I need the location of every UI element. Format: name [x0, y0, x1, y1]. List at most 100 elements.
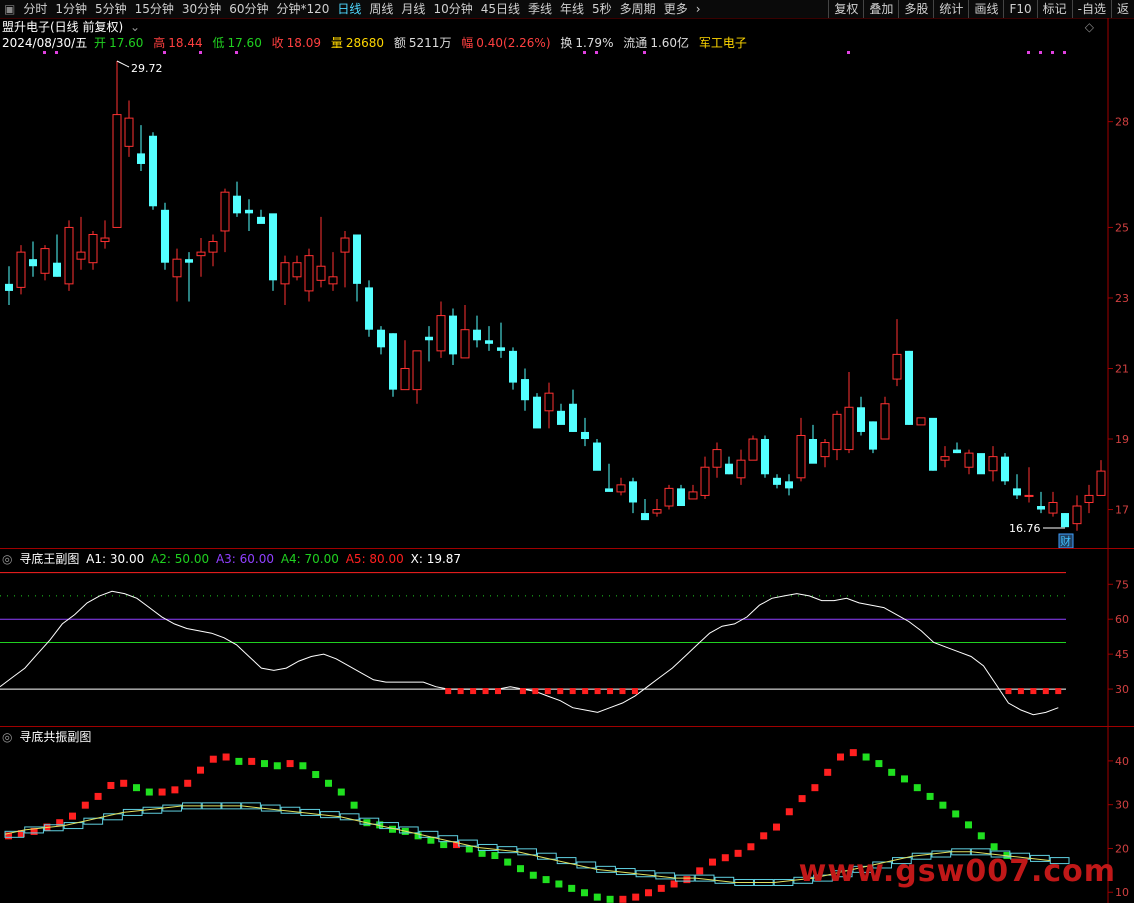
candle-body [1013, 488, 1021, 496]
signal-dot [1039, 51, 1042, 54]
tool-button[interactable]: 复权 [828, 0, 863, 18]
signal-dot [1051, 51, 1054, 54]
candle-body [88, 233, 98, 264]
tool-button[interactable]: -自选 [1071, 0, 1111, 18]
candle-body [725, 463, 733, 475]
indicator1-name[interactable]: 寻底王副图 [19, 552, 79, 566]
chevron-down-icon[interactable]: ⌄ [130, 20, 140, 34]
period-tab[interactable]: 30分钟 [178, 0, 225, 18]
bottom-signal [445, 688, 452, 695]
candle-body [629, 481, 637, 503]
period-tab[interactable]: 45日线 [477, 0, 524, 18]
period-tab[interactable]: 日线 [333, 0, 365, 18]
candle-body [700, 466, 710, 496]
signal-dot [1027, 51, 1030, 54]
momentum-block [709, 858, 716, 866]
y-tick-label: 20 [1115, 842, 1129, 855]
period-tab[interactable]: 季线 [524, 0, 556, 18]
diamond-icon[interactable]: ◇ [1085, 20, 1094, 34]
period-tab[interactable]: 分钟*120 [272, 0, 333, 18]
momentum-block [94, 792, 102, 800]
candle-body [964, 452, 974, 468]
bottom-signal [631, 688, 638, 695]
candle-body [940, 456, 950, 461]
period-tab[interactable]: 更多 [660, 0, 692, 18]
kline-chart[interactable]: 28 25 23 21 19 17 29.72 16.76 财 [0, 18, 1134, 548]
period-toolbar: ▣ 分时 1分钟 5分钟 15分钟 30分钟 60分钟 分钟*120 日线 周线 月线 10分钟 45… [0, 0, 1134, 19]
momentum-block [184, 779, 192, 787]
y-tick-label: 10 [1115, 886, 1129, 899]
period-tab[interactable]: 分时 [19, 0, 51, 18]
candle-body [149, 135, 157, 207]
candle-body [688, 491, 698, 500]
bottom-signal [519, 688, 526, 695]
momentum-block [593, 893, 601, 901]
momentum-block [760, 832, 768, 840]
x-line [0, 590, 1059, 716]
sector-tag[interactable]: 军工电子 [699, 36, 747, 50]
period-tab[interactable]: 周线 [365, 0, 397, 18]
momentum-block [568, 884, 576, 892]
period-tab[interactable]: 月线 [397, 0, 429, 18]
finance-badge: 财 [1060, 534, 1071, 548]
candle-body [53, 262, 61, 277]
period-tab[interactable]: 年线 [556, 0, 588, 18]
bottom-signal [1030, 688, 1037, 695]
indicator1-chart[interactable]: 75 60 45 30 [0, 549, 1134, 727]
indicator-toggle-icon[interactable]: ◎ [2, 730, 12, 744]
candle-body [124, 117, 134, 147]
period-tab[interactable]: 5分钟 [91, 0, 131, 18]
momentum-block [696, 867, 704, 875]
period-tab[interactable]: 多周期 [616, 0, 660, 18]
signal-dot [235, 51, 238, 54]
momentum-block [798, 795, 806, 803]
period-tab[interactable]: 60分钟 [225, 0, 272, 18]
period-tab[interactable]: 1分钟 [51, 0, 91, 18]
candle-body [185, 259, 193, 263]
candle-body [1072, 505, 1082, 525]
y-tick-label: 28 [1115, 116, 1129, 129]
momentum-block [325, 779, 332, 787]
momentum-block [849, 749, 857, 757]
candle-body [316, 265, 326, 281]
low-number: 17.60 [227, 36, 262, 50]
candle-body [208, 241, 218, 253]
toolbar-menu-icon[interactable]: ▣ [0, 0, 19, 18]
momentum-block [683, 876, 691, 884]
bottom-signal [1055, 688, 1062, 695]
momentum-block [939, 801, 947, 809]
candle-body [353, 234, 361, 284]
vol-label: 量 [330, 36, 343, 50]
candle-body [292, 262, 302, 278]
momentum-block [862, 753, 870, 761]
candle-body [557, 410, 565, 425]
tool-button[interactable]: 叠加 [863, 0, 898, 18]
period-tab[interactable]: 10分钟 [429, 0, 476, 18]
momentum-block [286, 760, 294, 768]
y-tick-label: 17 [1115, 504, 1129, 517]
tool-button[interactable]: 统计 [933, 0, 968, 18]
tool-button[interactable]: 返 [1110, 0, 1134, 18]
quote-date: 2024/08/30/五 [2, 36, 88, 50]
momentum-block [811, 784, 819, 792]
tool-button[interactable]: 多股 [898, 0, 933, 18]
indicator-toggle-icon[interactable]: ◎ [2, 552, 12, 566]
tool-button[interactable]: 标记 [1036, 0, 1072, 18]
indicator2-panel: 40 30 20 10 ◎ 寻底共振副图 www.gsw007.com [0, 726, 1134, 903]
signal-dot [583, 51, 586, 54]
candle-body [304, 255, 314, 292]
candle-body [677, 488, 685, 507]
period-tab[interactable]: 15分钟 [131, 0, 178, 18]
candle-body [593, 442, 601, 471]
momentum-block [632, 893, 640, 901]
more-chevron-icon[interactable]: › [692, 0, 705, 18]
a3-label: A3: 60.00 [215, 552, 274, 566]
momentum-block [337, 788, 345, 796]
candle-body [664, 487, 674, 507]
indicator2-name[interactable]: 寻底共振副图 [19, 730, 91, 744]
momentum-block [888, 768, 896, 776]
momentum-block [312, 771, 320, 779]
tool-button[interactable]: F10 [1003, 0, 1036, 18]
tool-button[interactable]: 画线 [968, 0, 1003, 18]
period-tab[interactable]: 5秒 [588, 0, 616, 18]
